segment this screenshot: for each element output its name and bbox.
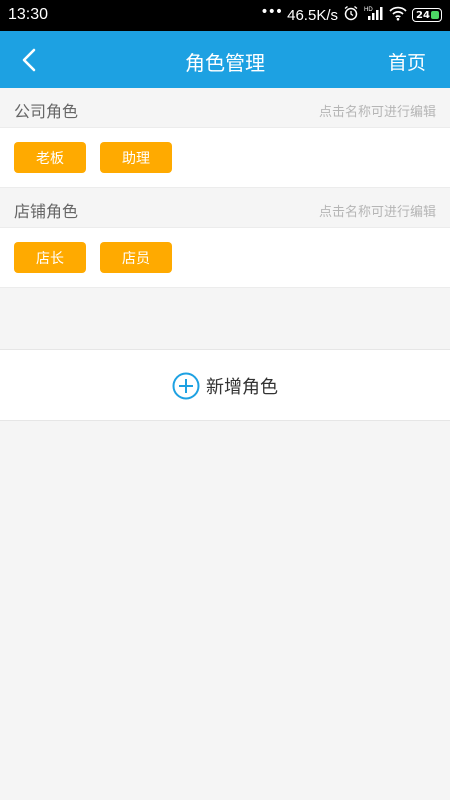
- role-tag-boss[interactable]: 老板: [14, 142, 86, 173]
- company-roles-header: 公司角色 点击名称可进行编辑: [0, 88, 450, 128]
- role-tag-assistant[interactable]: 助理: [100, 142, 172, 173]
- page-title: 角色管理: [185, 51, 265, 75]
- status-bar: 13:30 ••• 46.5K/s HD 24: [0, 0, 450, 31]
- role-tag-clerk[interactable]: 店员: [100, 242, 172, 273]
- status-dots: •••: [260, 4, 283, 20]
- store-roles-header: 店铺角色 点击名称可进行编辑: [0, 188, 450, 228]
- signal-icon: HD: [364, 5, 384, 25]
- svg-text:HD: HD: [364, 7, 373, 13]
- store-roles-list: 店长 店员: [0, 228, 450, 288]
- role-tag-store-manager[interactable]: 店长: [14, 242, 86, 273]
- wifi-icon: [389, 5, 407, 25]
- status-time: 13:30: [8, 6, 49, 23]
- section-title: 店铺角色: [14, 202, 79, 221]
- app-bar: 角色管理 首页: [0, 31, 450, 88]
- company-roles-list: 老板 助理: [0, 128, 450, 188]
- home-button[interactable]: 首页: [388, 48, 426, 75]
- plus-circle-icon: [172, 372, 200, 400]
- battery-icon: 24: [412, 8, 442, 22]
- network-speed: 46.5K/s: [287, 6, 338, 24]
- add-role-label: 新增角色: [206, 377, 278, 398]
- battery-level: 24: [416, 9, 430, 21]
- status-indicators: ••• 46.5K/s HD 24: [260, 5, 442, 25]
- section-hint: 点击名称可进行编辑: [318, 105, 436, 120]
- section-title: 公司角色: [14, 102, 79, 121]
- section-hint: 点击名称可进行编辑: [318, 205, 436, 220]
- alarm-icon: [343, 5, 359, 25]
- add-role-button[interactable]: 新增角色: [0, 349, 450, 421]
